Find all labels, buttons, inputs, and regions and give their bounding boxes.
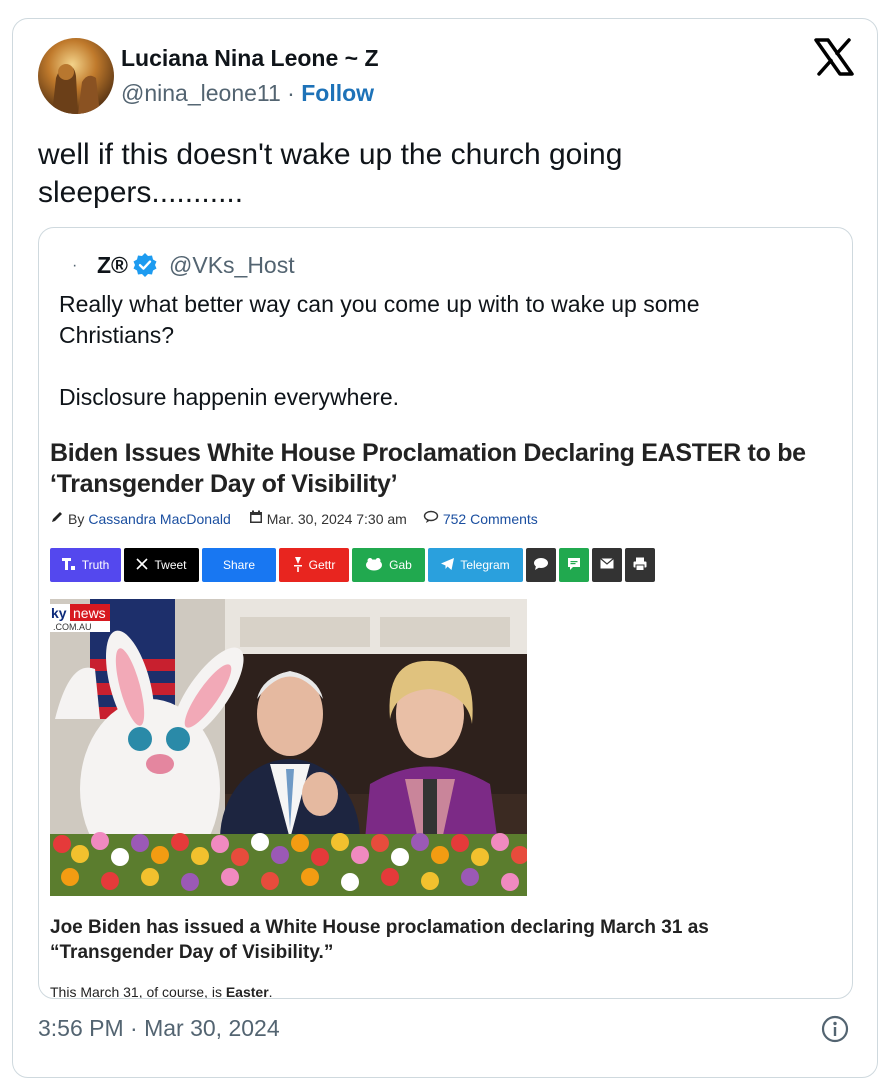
logo-top: news [73,605,106,621]
share-truth-label: Truth [81,558,110,572]
info-icon[interactable] [821,1015,849,1043]
article-comments: 752 Comments [442,510,538,527]
share-sms-button [526,548,556,582]
tweet-timestamp[interactable]: 3:56 PM · Mar 30, 2024 [38,1015,280,1042]
share-gab-button: Gab [352,548,425,582]
by-prefix: By [68,510,85,527]
article-meta: By Cassandra MacDonald Mar. 30, 2024 7:3… [50,510,538,527]
body-suffix: . [268,984,273,999]
share-print-button [625,548,655,582]
share-gab-label: Gab [389,558,412,572]
quote-display-name[interactable]: Z® [97,252,128,279]
x-small-icon [136,557,149,573]
message-icon [567,557,581,574]
share-truth-button: Truth [50,548,121,582]
avatar[interactable] [38,38,114,114]
share-message-button [559,548,589,582]
gab-frog-icon [365,557,383,574]
article-author: Cassandra MacDonald [88,510,231,527]
quote-handle[interactable]: @VKs_Host [169,252,295,279]
x-logo-icon[interactable] [814,38,854,76]
gettr-icon [293,556,303,575]
follow-button[interactable]: Follow [301,80,374,106]
display-name[interactable]: Luciana Nina Leone ~ Z [121,45,379,72]
article-photo: ky news .COM.AU [50,599,527,896]
article-caption: Joe Biden has issued a White House procl… [50,917,709,963]
share-tweet-button: Tweet [124,548,199,582]
article-headline: Biden Issues White House Proclamation De… [50,439,806,498]
user-handle[interactable]: @nina_leone11 [121,80,281,106]
comments-icon [423,510,439,527]
share-gettr-button: Gettr [279,548,349,582]
share-gettr-label: Gettr [308,558,336,572]
share-telegram-button: Telegram [428,548,523,582]
tweet-text: well if this doesn't wake up the church … [38,138,623,209]
share-facebook-label: Share [222,558,256,572]
separator-dot: · [287,80,295,106]
sky-news-logo: ky news .COM.AU [50,604,110,632]
quote-text: Really what better way can you come up w… [59,291,700,410]
verified-badge-icon [132,252,158,278]
body-bold: Easter [225,984,269,999]
quoted-tweet[interactable]: · Z® @VKs_Host Really what better way ca… [38,227,853,999]
body-prefix: This March 31, of course, is [50,984,226,999]
share-buttons: Truth Tweet Share Gettr Gab Telegram [50,548,655,582]
truth-icon [61,557,76,574]
share-facebook-button: Share [202,548,276,582]
pencil-icon [50,510,64,527]
logo-prefix: ky [51,605,67,621]
article-body-line: This March 31, of course, is Easter. [50,984,273,999]
share-telegram-label: Telegram [460,558,510,572]
quote-avatar-dot: · [72,257,78,274]
handle-row: @nina_leone11 · Follow [121,80,374,107]
share-email-button [592,548,622,582]
calendar-icon [249,510,263,527]
email-icon [600,558,614,572]
article-date: Mar. 30, 2024 7:30 am [266,510,407,527]
share-tweet-label: Tweet [154,558,187,572]
logo-bottom: .COM.AU [53,622,92,632]
chat-bubble-icon [533,557,549,574]
printer-icon [633,557,647,574]
telegram-icon [441,557,455,573]
